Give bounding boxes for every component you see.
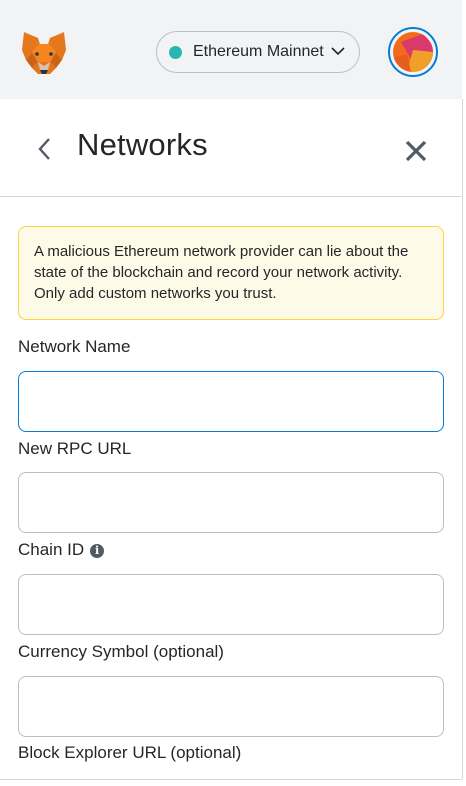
close-icon[interactable]: [404, 139, 428, 163]
network-status-dot: [169, 45, 182, 59]
network-name-input[interactable]: [18, 371, 444, 432]
network-selector[interactable]: Ethereum Mainnet: [156, 31, 360, 73]
chain-id-input[interactable]: [18, 574, 444, 635]
chevron-left-icon[interactable]: [34, 136, 56, 162]
rpc-url-input[interactable]: [18, 472, 444, 533]
info-icon[interactable]: i: [90, 544, 105, 558]
currency-symbol-label: Currency Symbol (optional): [18, 642, 224, 661]
title-divider: [0, 196, 462, 197]
account-avatar-icon: [393, 32, 433, 72]
warning-text: A malicious Ethereum network provider ca…: [34, 243, 409, 302]
chain-id-label-text: Chain ID: [18, 540, 85, 559]
metamask-fox-icon[interactable]: [20, 30, 68, 76]
warning-banner: A malicious Ethereum network provider ca…: [18, 226, 444, 320]
app-header: Ethereum Mainnet: [0, 0, 462, 99]
networks-panel: Networks A malicious Ethereum network pr…: [0, 99, 463, 779]
block-explorer-label: Block Explorer URL (optional): [18, 743, 242, 762]
page-title: Networks: [77, 127, 208, 162]
network-name: Ethereum Mainnet: [193, 43, 324, 60]
currency-symbol-input[interactable]: [18, 676, 444, 737]
chain-id-label: Chain ID i: [18, 540, 105, 560]
account-avatar[interactable]: [388, 27, 438, 77]
chevron-down-icon: [331, 47, 345, 56]
network-name-label: Network Name: [18, 337, 131, 356]
rpc-url-label: New RPC URL: [18, 439, 132, 458]
